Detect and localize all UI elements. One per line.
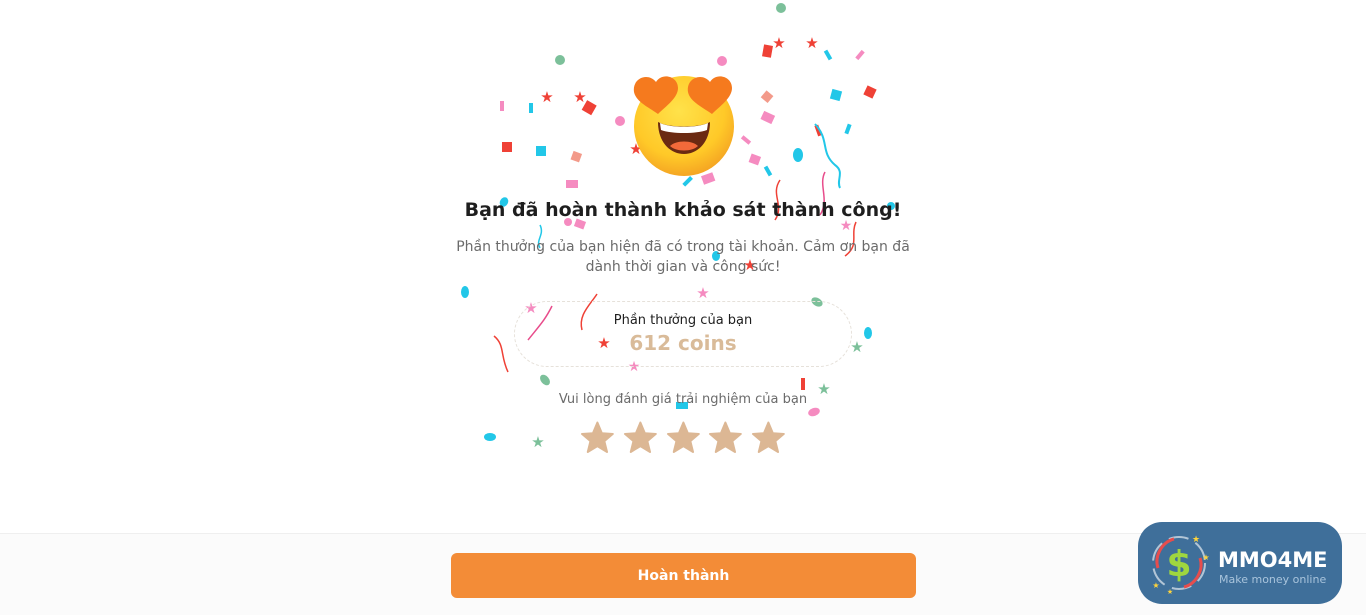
reward-label: Phần thưởng của bạn (613, 313, 753, 328)
rating-star-4-icon[interactable] (708, 420, 743, 456)
svg-text:★: ★ (805, 34, 818, 52)
star-rating (580, 420, 786, 460)
svg-text:★: ★ (1167, 588, 1173, 596)
success-title: Bạn đã hoàn thành khảo sát thành công! (464, 199, 902, 221)
svg-text:★: ★ (573, 88, 586, 106)
svg-text:★: ★ (772, 34, 785, 52)
svg-text:★: ★ (1192, 535, 1200, 545)
rating-star-3-icon[interactable] (666, 420, 701, 456)
svg-text:★: ★ (531, 433, 544, 451)
watermark-name: MMO4ME (1218, 548, 1328, 572)
rating-star-5-icon[interactable] (751, 420, 786, 456)
subtitle-line-2: dành thời gian và công sức! (585, 259, 781, 275)
done-button[interactable]: Hoàn thành (451, 553, 916, 598)
mmo4me-watermark: $ ★ ★ ★ ★ MMO4ME Make money online (1138, 522, 1342, 604)
svg-text:★: ★ (1152, 581, 1159, 590)
watermark-tagline: Make money online (1219, 573, 1327, 586)
reward-value: 612 coins (629, 331, 737, 355)
reward-box: Phần thưởng của bạn 612 coins (514, 301, 852, 367)
success-subtitle: Phần thưởng của bạn hiện đã có trong tài… (443, 237, 923, 277)
rating-prompt: Vui lòng đánh giá trải nghiệm của bạn (558, 392, 808, 407)
survey-complete-page: ★ ★ ★ ★ ★ ★ ★ ★ ★ ★ ★ ★ ★ ★ Bạn đã hoàn … (0, 0, 1366, 615)
subtitle-line-1: Phần thưởng của bạn hiện đã có trong tài… (456, 239, 910, 255)
rating-star-2-icon[interactable] (623, 420, 658, 456)
svg-text:★: ★ (540, 88, 553, 106)
svg-text:★: ★ (850, 338, 863, 356)
dollar-logo-icon: $ ★ ★ ★ ★ (1152, 535, 1210, 596)
svg-text:★: ★ (696, 284, 709, 302)
rating-star-1-icon[interactable] (580, 420, 615, 456)
svg-text:★: ★ (1202, 553, 1209, 562)
heart-eyes-emoji-icon (633, 76, 734, 176)
svg-text:$: $ (1166, 544, 1191, 585)
